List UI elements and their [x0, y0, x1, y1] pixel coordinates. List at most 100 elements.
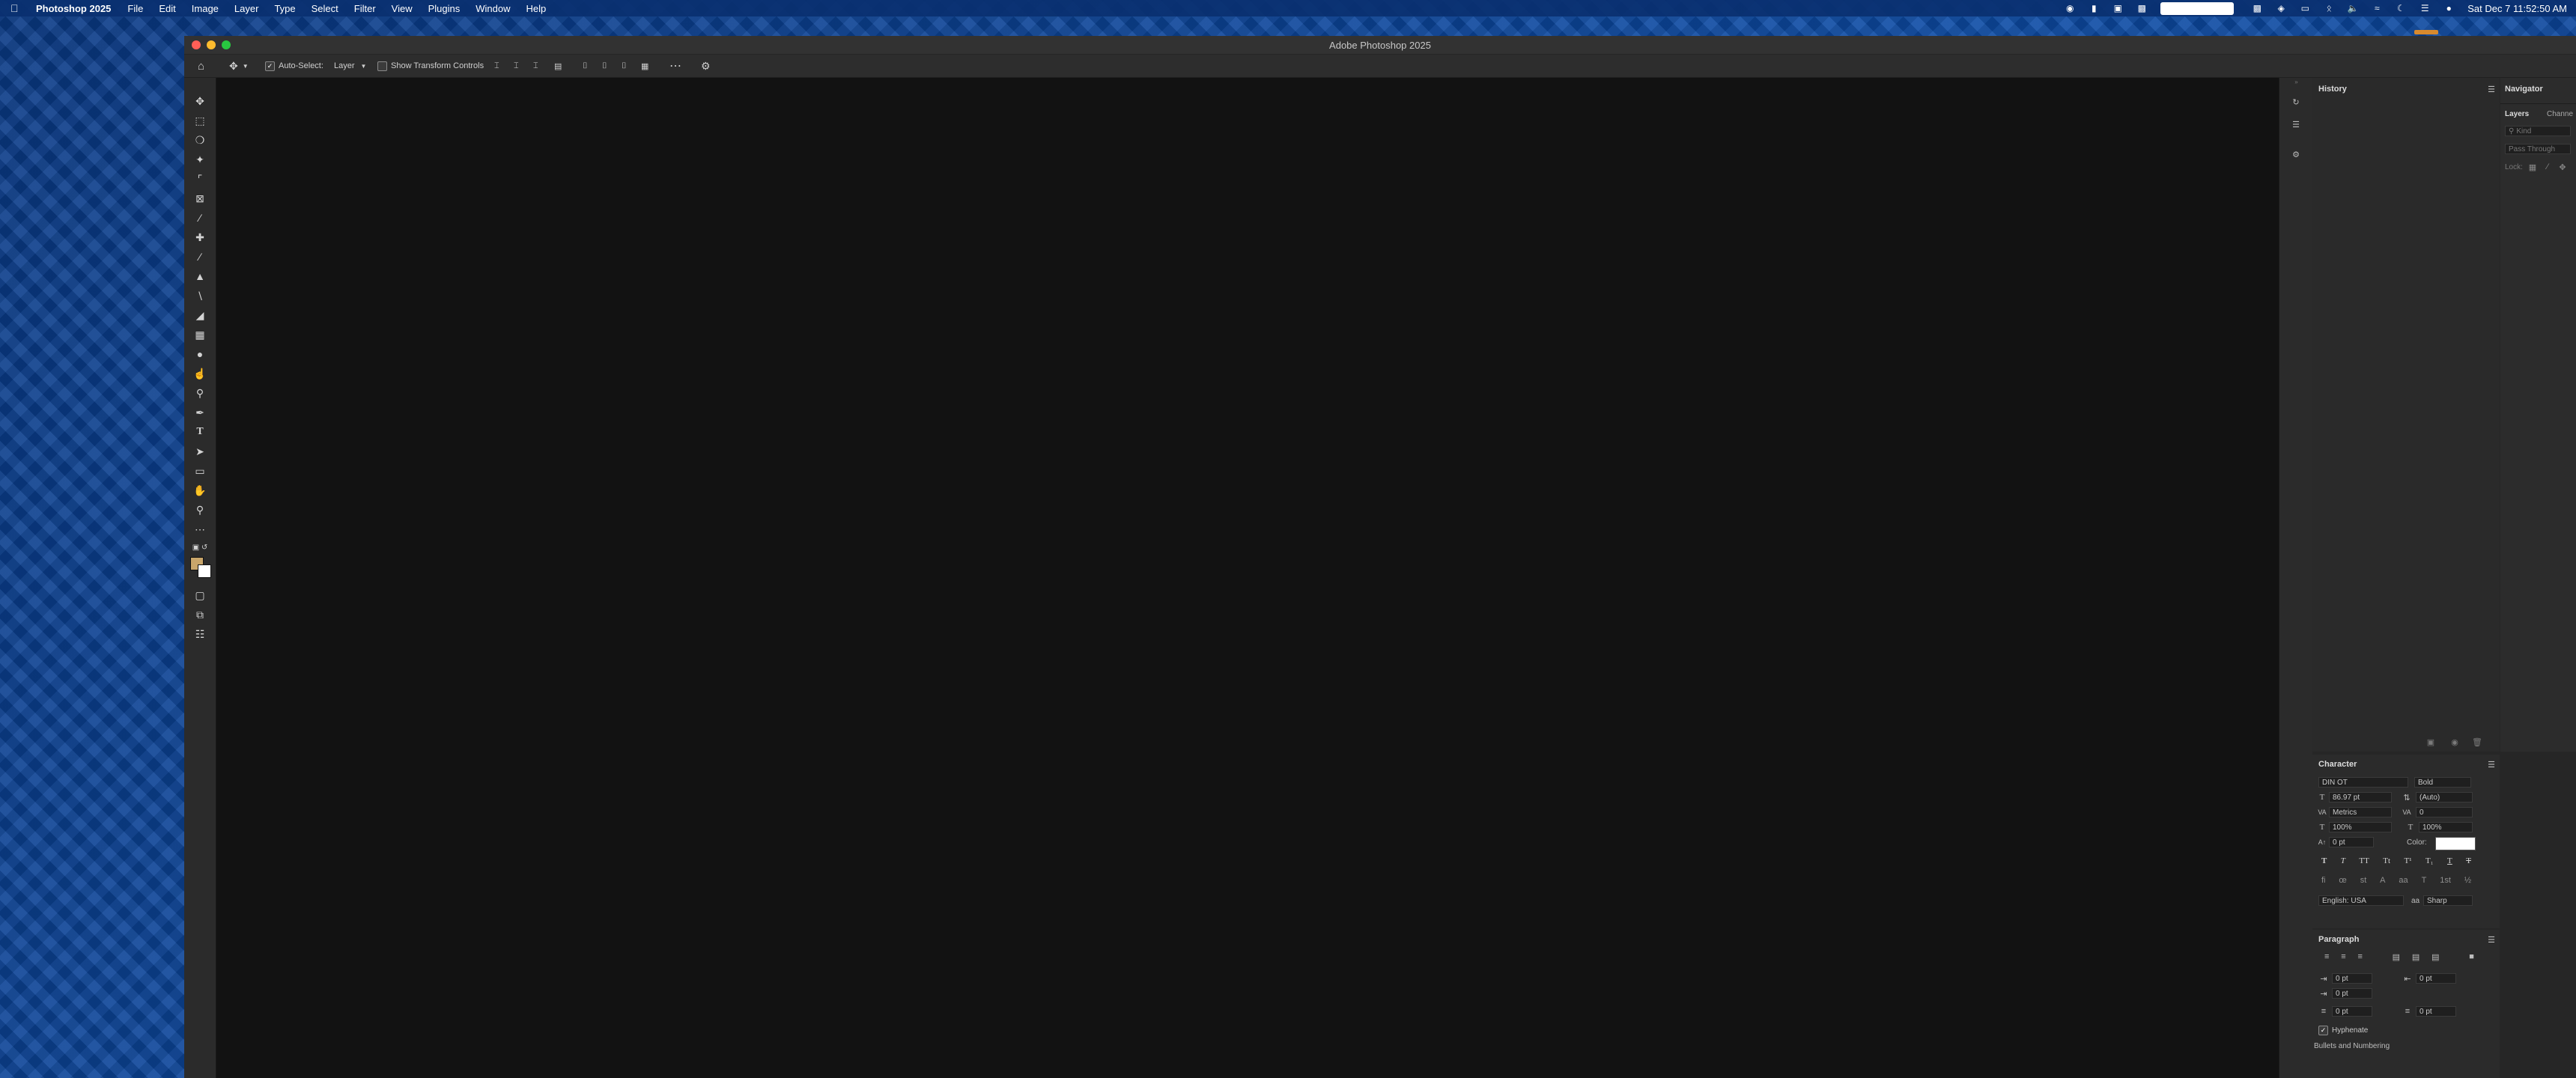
indent-right-field[interactable]: 0 pt: [2416, 973, 2456, 984]
all-caps-icon[interactable]: TT: [2359, 856, 2369, 868]
collapse-arrows-icon[interactable]: »: [2279, 78, 2313, 85]
align-left-edges-icon[interactable]: ⌶: [494, 55, 499, 77]
auto-select-checkbox[interactable]: ✓ Auto-Select:: [265, 55, 323, 77]
menu-layer[interactable]: Layer: [234, 3, 259, 14]
menu-help[interactable]: Help: [526, 3, 547, 14]
distribute-icon[interactable]: ▤: [554, 55, 562, 77]
stylistic-alternates-icon[interactable]: A: [2380, 876, 2385, 888]
text-color-swatch[interactable]: [2435, 837, 2476, 850]
font-family-select[interactable]: DIN OT: [2318, 777, 2408, 788]
properties-panel-icon[interactable]: ⚙: [2287, 145, 2305, 163]
layer-kind-filter[interactable]: ⚲ Kind: [2505, 126, 2571, 136]
rectangle-tool-icon[interactable]: ▭: [192, 463, 208, 479]
titling-alternates-icon[interactable]: aa: [2399, 876, 2408, 888]
apple-icon[interactable]: : [10, 2, 27, 14]
gradient-tool-icon[interactable]: ▦: [192, 326, 208, 343]
small-caps-icon[interactable]: Tt: [2383, 856, 2390, 868]
faux-bold-icon[interactable]: T: [2321, 856, 2327, 868]
navigator-tab[interactable]: Navigator: [2505, 81, 2543, 97]
align-vertical-centers-icon[interactable]: ⌷: [602, 55, 607, 77]
kerning-field[interactable]: Metrics: [2329, 807, 2392, 817]
path-selection-tool-icon[interactable]: ➤: [192, 443, 208, 460]
background-color-swatch[interactable]: [198, 564, 211, 578]
auto-select-target-dropdown[interactable]: Layer ▼: [334, 55, 366, 77]
fractions-icon[interactable]: 1st: [2440, 876, 2451, 888]
marquee-tool-icon[interactable]: ⬚: [192, 112, 208, 129]
panel-menu-icon[interactable]: ☰: [2486, 934, 2497, 945]
eraser-tool-icon[interactable]: ◢: [192, 307, 208, 323]
home-icon[interactable]: ⌂: [198, 55, 204, 77]
siri-icon[interactable]: ●: [2440, 2, 2457, 14]
ligatures-icon[interactable]: fi: [2321, 876, 2326, 888]
crop-tool-icon[interactable]: ⌜: [192, 171, 208, 187]
history-tab[interactable]: History: [2318, 81, 2347, 97]
space-after-field[interactable]: 0 pt: [2416, 1006, 2456, 1017]
indent-left-field[interactable]: 0 pt: [2332, 973, 2372, 984]
monitor-icon[interactable]: ▭: [2297, 2, 2313, 14]
blend-mode-select[interactable]: Pass Through: [2505, 144, 2571, 154]
menu-type[interactable]: Type: [274, 3, 295, 14]
edit-toolbar-icon[interactable]: ⋯: [192, 521, 208, 538]
contextual-task-bar-icon[interactable]: ☷: [192, 626, 208, 642]
vertical-scale-field[interactable]: 100%: [2329, 822, 2392, 832]
volume-icon[interactable]: 🔈: [2345, 2, 2361, 14]
justify-last-right-icon[interactable]: ▤: [2431, 952, 2439, 963]
hand-tool-icon[interactable]: ✋: [192, 482, 208, 499]
frame-tool-icon[interactable]: ⊠: [192, 190, 208, 207]
align-left-icon[interactable]: ≡: [2324, 952, 2329, 963]
bullets-numbering-section[interactable]: Bullets and Numbering: [2314, 1042, 2390, 1050]
settings-gear-icon[interactable]: ⚙: [701, 55, 711, 77]
antialias-select[interactable]: Sharp: [2423, 895, 2473, 906]
pen-tool-icon[interactable]: ✒: [192, 404, 208, 421]
align-center-icon[interactable]: ≡: [2341, 952, 2345, 963]
strikethrough-icon[interactable]: T: [2466, 856, 2471, 868]
justify-last-center-icon[interactable]: ▤: [2412, 952, 2419, 963]
eyedropper-tool-icon[interactable]: ∕: [192, 210, 208, 226]
faux-italic-icon[interactable]: T: [2341, 856, 2345, 868]
superscript-icon[interactable]: T¹: [2405, 856, 2412, 868]
underline-icon[interactable]: T: [2447, 856, 2452, 868]
align-right-icon[interactable]: ≡: [2358, 952, 2363, 963]
language-select[interactable]: English: USA: [2318, 895, 2404, 906]
extension-icon[interactable]: ▩: [2133, 2, 2150, 14]
ordinals-icon[interactable]: T: [2422, 876, 2427, 888]
show-transform-checkbox[interactable]: Show Transform Controls: [377, 55, 484, 77]
history-panel-icon[interactable]: ↻: [2287, 93, 2305, 111]
smudge-tool-icon[interactable]: ☝: [192, 365, 208, 382]
control-center-icon[interactable]: ☰: [2416, 2, 2433, 14]
brush-settings-icon[interactable]: ☰: [2287, 115, 2305, 133]
panel-menu-icon[interactable]: ☰: [2486, 84, 2497, 94]
blur-tool-icon[interactable]: ●: [192, 346, 208, 362]
new-document-from-state-icon[interactable]: ▣: [2425, 737, 2437, 747]
swash-icon[interactable]: st: [2360, 876, 2367, 888]
brush-tool-icon[interactable]: ∕: [192, 249, 208, 265]
menu-plugins[interactable]: Plugins: [428, 3, 461, 14]
clone-stamp-tool-icon[interactable]: ▲: [192, 268, 208, 284]
lasso-tool-icon[interactable]: ❍: [192, 132, 208, 148]
menu-window[interactable]: Window: [476, 3, 510, 14]
menu-image[interactable]: Image: [192, 3, 219, 14]
menubar-clock[interactable]: Sat Dec 7 11:52:50 AM: [2467, 3, 2567, 14]
dropbox-icon[interactable]: ◈: [2273, 2, 2289, 14]
menu-edit[interactable]: Edit: [159, 3, 175, 14]
screen-mode-icon[interactable]: ⧉: [192, 606, 208, 623]
bookmark-icon[interactable]: ▮: [2086, 2, 2102, 14]
space-before-field[interactable]: 0 pt: [2332, 1006, 2372, 1017]
menu-file[interactable]: File: [127, 3, 143, 14]
lock-pixels-icon[interactable]: ∕: [2542, 162, 2553, 172]
font-size-field[interactable]: 86.97 pt: [2329, 792, 2392, 803]
panel-menu-icon[interactable]: ☰: [2486, 759, 2497, 770]
justify-all-icon[interactable]: ■: [2469, 952, 2474, 963]
align-horizontal-centers-icon[interactable]: ⌶: [514, 55, 519, 77]
leading-field[interactable]: (Auto): [2416, 792, 2473, 803]
status-input-box[interactable]: [2160, 1, 2235, 15]
layers-tab[interactable]: Layers: [2505, 106, 2529, 122]
type-tool-icon[interactable]: T: [192, 424, 208, 440]
half-fraction-icon[interactable]: ½: [2464, 876, 2471, 888]
screen-record-icon[interactable]: ◉: [2062, 2, 2078, 14]
hyphenate-checkbox[interactable]: ✓ Hyphenate: [2318, 1026, 2368, 1035]
subscript-icon[interactable]: T₁: [2425, 856, 2434, 868]
lock-position-icon[interactable]: ✥: [2557, 162, 2568, 172]
magic-wand-tool-icon[interactable]: ✦: [192, 151, 208, 168]
healing-brush-tool-icon[interactable]: ✚: [192, 229, 208, 246]
